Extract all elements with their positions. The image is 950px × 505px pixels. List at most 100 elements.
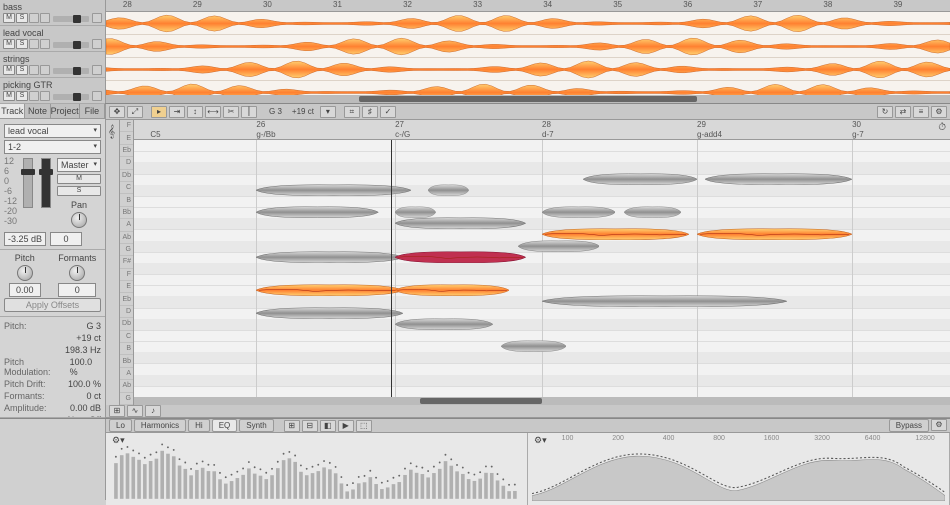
note-timeline[interactable]: ⏱ 2627282930C5g-/Bbc-/Gd-7g-add4g-7 <box>134 120 950 140</box>
tool-pointer[interactable]: ▸ <box>151 106 167 118</box>
note-blob[interactable] <box>697 228 852 240</box>
note-blob[interactable] <box>428 184 469 196</box>
record-icon[interactable] <box>29 13 39 23</box>
note-blob[interactable] <box>395 251 526 263</box>
spectrum-tool[interactable]: ◧ <box>320 420 336 432</box>
tool-settings[interactable]: ⚙ <box>931 106 947 118</box>
input-icon[interactable] <box>40 13 50 23</box>
tool-link[interactable]: ⇄ <box>895 106 911 118</box>
tool-nudge-down[interactable]: ▾ <box>320 106 336 118</box>
note-blob[interactable] <box>256 206 378 218</box>
spectrum-settings-icon[interactable]: ⚙ <box>931 419 947 431</box>
chart-settings-icon[interactable]: ⚙▾ <box>112 435 125 446</box>
track-fader[interactable] <box>53 42 89 48</box>
note-blob[interactable] <box>256 307 403 319</box>
gain-value[interactable]: -3.25 dB <box>4 232 46 246</box>
spectrum-tab-synth[interactable]: Synth <box>239 419 273 432</box>
range-select[interactable]: 1-2 <box>4 140 101 154</box>
inspector-tab-track[interactable]: Track <box>0 104 25 118</box>
spectrum-tool[interactable]: ⊞ <box>284 420 300 432</box>
solo-button[interactable]: S <box>57 186 101 196</box>
eq-curve-chart[interactable]: ⚙▾ 10020040080016003200640012800 <box>528 433 950 505</box>
arrange-timeline[interactable]: 282930313233343536373839 <box>106 0 950 12</box>
track-select[interactable]: lead vocal <box>4 124 101 138</box>
track-color-icon[interactable] <box>92 65 102 75</box>
inspector-tab-note[interactable]: Note <box>25 104 50 118</box>
tool-stretch[interactable]: ⟷ <box>205 106 221 118</box>
track-header[interactable]: lead vocal M S <box>0 26 105 52</box>
note-blob[interactable] <box>256 251 403 263</box>
note-blob[interactable] <box>395 217 526 229</box>
track-fader[interactable] <box>53 68 89 74</box>
input-icon[interactable] <box>40 39 50 49</box>
arrange-lane[interactable] <box>106 35 950 58</box>
solo-button[interactable]: S <box>16 65 28 75</box>
note-blob[interactable] <box>395 318 493 330</box>
track-header[interactable]: picking GTR M S <box>0 78 105 104</box>
inspector-tab-project[interactable]: Project <box>51 104 80 118</box>
inspector-tab-file[interactable]: File <box>80 104 105 118</box>
note-blob[interactable] <box>518 240 600 252</box>
metronome-icon[interactable]: ⏱ <box>938 122 946 133</box>
spectrum-tab-lo[interactable]: Lo <box>109 419 132 432</box>
formants-value[interactable]: 0 <box>58 283 96 297</box>
tool-scroll[interactable]: ✥ <box>109 106 125 118</box>
playhead[interactable] <box>391 140 392 397</box>
note-blob[interactable] <box>705 173 852 185</box>
tool-separate[interactable]: ⎮ <box>241 106 257 118</box>
pan-knob[interactable] <box>71 212 87 228</box>
bypass-button[interactable]: Bypass <box>889 419 929 432</box>
tool-snap[interactable]: ⌗ <box>344 106 360 118</box>
record-icon[interactable] <box>29 91 39 101</box>
tool-cut[interactable]: ✂ <box>223 106 239 118</box>
spectrum-tab-harmonics[interactable]: Harmonics <box>134 419 186 432</box>
master-select[interactable]: Master <box>57 158 101 172</box>
note-blob[interactable] <box>542 295 787 307</box>
solo-button[interactable]: S <box>16 91 28 101</box>
solo-button[interactable]: S <box>16 39 28 49</box>
spectrum-tab-eq[interactable]: EQ <box>212 419 238 432</box>
tool-list[interactable]: ≡ <box>913 106 929 118</box>
track-color-icon[interactable] <box>92 39 102 49</box>
record-icon[interactable] <box>29 65 39 75</box>
note-blob[interactable] <box>256 284 403 296</box>
apply-offsets-button[interactable]: Apply Offsets <box>4 298 101 312</box>
tool-correct[interactable]: ✓ <box>380 106 396 118</box>
mute-button[interactable]: M <box>3 65 15 75</box>
mute-button[interactable]: M <box>3 13 15 23</box>
mute-button[interactable]: M <box>3 39 15 49</box>
tool-zoom[interactable]: ⤢ <box>127 106 143 118</box>
track-color-icon[interactable] <box>92 13 102 23</box>
pitch-value[interactable]: 0.00 <box>9 283 41 297</box>
track-header[interactable]: strings M S <box>0 52 105 78</box>
footer-tool-3[interactable]: ♪ <box>145 405 161 417</box>
arrange-lane[interactable] <box>106 12 950 35</box>
mute-button[interactable]: M <box>3 91 15 101</box>
mute-button[interactable]: M <box>57 174 101 184</box>
tool-pitch[interactable]: ↕ <box>187 106 203 118</box>
gain-fader[interactable] <box>23 158 33 208</box>
harmonic-bars-chart[interactable]: ⚙▾ <box>106 433 528 505</box>
track-header[interactable]: bass M S <box>0 0 105 26</box>
arrange-lane[interactable] <box>106 58 950 81</box>
track-fader[interactable] <box>53 94 89 100</box>
pitch-knob[interactable] <box>17 265 33 281</box>
note-blob[interactable] <box>583 173 697 185</box>
note-blob[interactable] <box>501 340 566 352</box>
note-blob[interactable] <box>256 184 411 196</box>
solo-button[interactable]: S <box>16 13 28 23</box>
tool-quantize[interactable]: ♯ <box>362 106 378 118</box>
footer-tool-2[interactable]: ∿ <box>127 405 143 417</box>
footer-tool-1[interactable]: ⊞ <box>109 405 125 417</box>
record-icon[interactable] <box>29 39 39 49</box>
arrange-lanes[interactable]: 282930313233343536373839 <box>106 0 950 103</box>
tool-cycle[interactable]: ↻ <box>877 106 893 118</box>
spectrum-tool[interactable]: ⊟ <box>302 420 318 432</box>
arrange-scrollbar[interactable] <box>106 95 950 103</box>
tool-range[interactable]: ⇥ <box>169 106 185 118</box>
note-scrollbar[interactable] <box>134 397 950 405</box>
note-blob[interactable] <box>624 206 681 218</box>
spectrum-tool[interactable]: ⬚ <box>356 420 372 432</box>
input-icon[interactable] <box>40 91 50 101</box>
note-blob[interactable] <box>395 284 509 296</box>
